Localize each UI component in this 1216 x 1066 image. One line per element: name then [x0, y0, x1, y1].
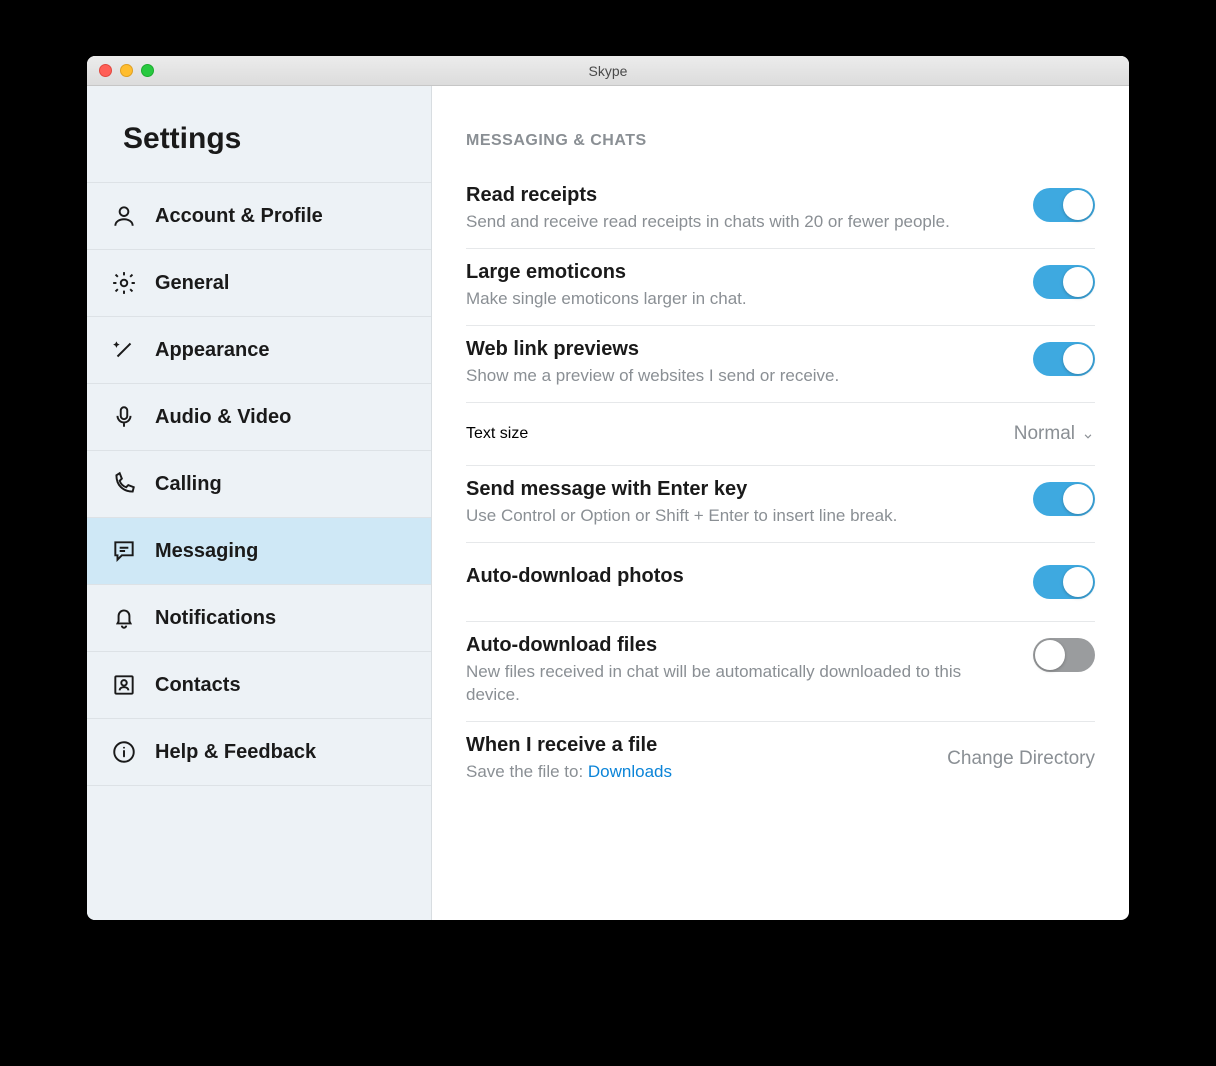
- settings-heading: Settings: [87, 122, 431, 182]
- toggle-auto-download-photos[interactable]: [1033, 565, 1095, 599]
- change-directory-button[interactable]: Change Directory: [947, 748, 1095, 770]
- setting-text-size: Text size Normal: [466, 403, 1095, 466]
- sidebar-item-account[interactable]: Account & Profile: [87, 182, 431, 249]
- setting-desc: New files received in chat will be autom…: [466, 661, 1013, 707]
- toggle-read-receipts[interactable]: [1033, 188, 1095, 222]
- setting-web-link-previews: Web link previews Show me a preview of w…: [466, 326, 1095, 403]
- settings-sidebar: Settings Account & Profile General Appea…: [87, 86, 432, 920]
- wand-icon: [111, 337, 137, 363]
- setting-auto-download-photos: Auto-download photos: [466, 543, 1095, 622]
- chat-icon: [111, 538, 137, 564]
- bell-icon: [111, 605, 137, 631]
- setting-read-receipts: Read receipts Send and receive read rece…: [466, 172, 1095, 249]
- settings-content: MESSAGING & CHATS Read receipts Send and…: [432, 86, 1129, 920]
- setting-title: Auto-download files: [466, 634, 1013, 657]
- info-icon: [111, 739, 137, 765]
- setting-send-with-enter: Send message with Enter key Use Control …: [466, 466, 1095, 543]
- setting-desc: Make single emoticons larger in chat.: [466, 288, 1013, 311]
- setting-desc: Send and receive read receipts in chats …: [466, 211, 1013, 234]
- app-window: Skype Settings Account & Profile General: [87, 56, 1129, 920]
- setting-receive-file: When I receive a file Save the file to: …: [466, 722, 1095, 798]
- gear-icon: [111, 270, 137, 296]
- sidebar-item-appearance[interactable]: Appearance: [87, 316, 431, 383]
- sidebar-item-label: Calling: [155, 473, 222, 496]
- sidebar-item-label: Help & Feedback: [155, 741, 316, 764]
- text-size-dropdown[interactable]: Normal: [1014, 423, 1095, 445]
- setting-desc: Save the file to: Downloads: [466, 761, 927, 784]
- sidebar-item-contacts[interactable]: Contacts: [87, 651, 431, 718]
- toggle-large-emoticons[interactable]: [1033, 265, 1095, 299]
- microphone-icon: [111, 404, 137, 430]
- section-header: MESSAGING & CHATS: [466, 132, 1095, 150]
- toggle-auto-download-files[interactable]: [1033, 638, 1095, 672]
- sidebar-item-general[interactable]: General: [87, 249, 431, 316]
- setting-title: Read receipts: [466, 184, 1013, 207]
- phone-icon: [111, 471, 137, 497]
- setting-desc: Use Control or Option or Shift + Enter t…: [466, 505, 1013, 528]
- setting-title: Text size: [466, 425, 528, 443]
- setting-title: Auto-download photos: [466, 565, 1013, 588]
- sidebar-item-label: Audio & Video: [155, 406, 291, 429]
- setting-auto-download-files: Auto-download files New files received i…: [466, 622, 1095, 722]
- setting-desc: Show me a preview of websites I send or …: [466, 365, 1013, 388]
- sidebar-item-notifications[interactable]: Notifications: [87, 584, 431, 651]
- toggle-send-with-enter[interactable]: [1033, 482, 1095, 516]
- save-to-prefix: Save the file to:: [466, 762, 588, 781]
- sidebar-item-label: Appearance: [155, 339, 270, 362]
- setting-title: Large emoticons: [466, 261, 1013, 284]
- sidebar-item-label: General: [155, 272, 229, 295]
- sidebar-item-help[interactable]: Help & Feedback: [87, 718, 431, 786]
- sidebar-item-messaging[interactable]: Messaging: [87, 517, 431, 584]
- setting-title: When I receive a file: [466, 734, 927, 757]
- person-icon: [111, 203, 137, 229]
- sidebar-item-label: Notifications: [155, 607, 276, 630]
- toggle-web-link-previews[interactable]: [1033, 342, 1095, 376]
- window-title: Skype: [87, 63, 1129, 79]
- sidebar-item-label: Contacts: [155, 674, 241, 697]
- text-size-value: Normal: [1014, 423, 1075, 445]
- setting-title: Send message with Enter key: [466, 478, 1013, 501]
- sidebar-item-label: Messaging: [155, 540, 258, 563]
- sidebar-item-label: Account & Profile: [155, 205, 323, 228]
- downloads-link[interactable]: Downloads: [588, 762, 672, 781]
- contacts-icon: [111, 672, 137, 698]
- sidebar-item-calling[interactable]: Calling: [87, 450, 431, 517]
- chevron-down-icon: [1081, 427, 1095, 441]
- sidebar-item-audio-video[interactable]: Audio & Video: [87, 383, 431, 450]
- titlebar: Skype: [87, 56, 1129, 86]
- setting-large-emoticons: Large emoticons Make single emoticons la…: [466, 249, 1095, 326]
- setting-title: Web link previews: [466, 338, 1013, 361]
